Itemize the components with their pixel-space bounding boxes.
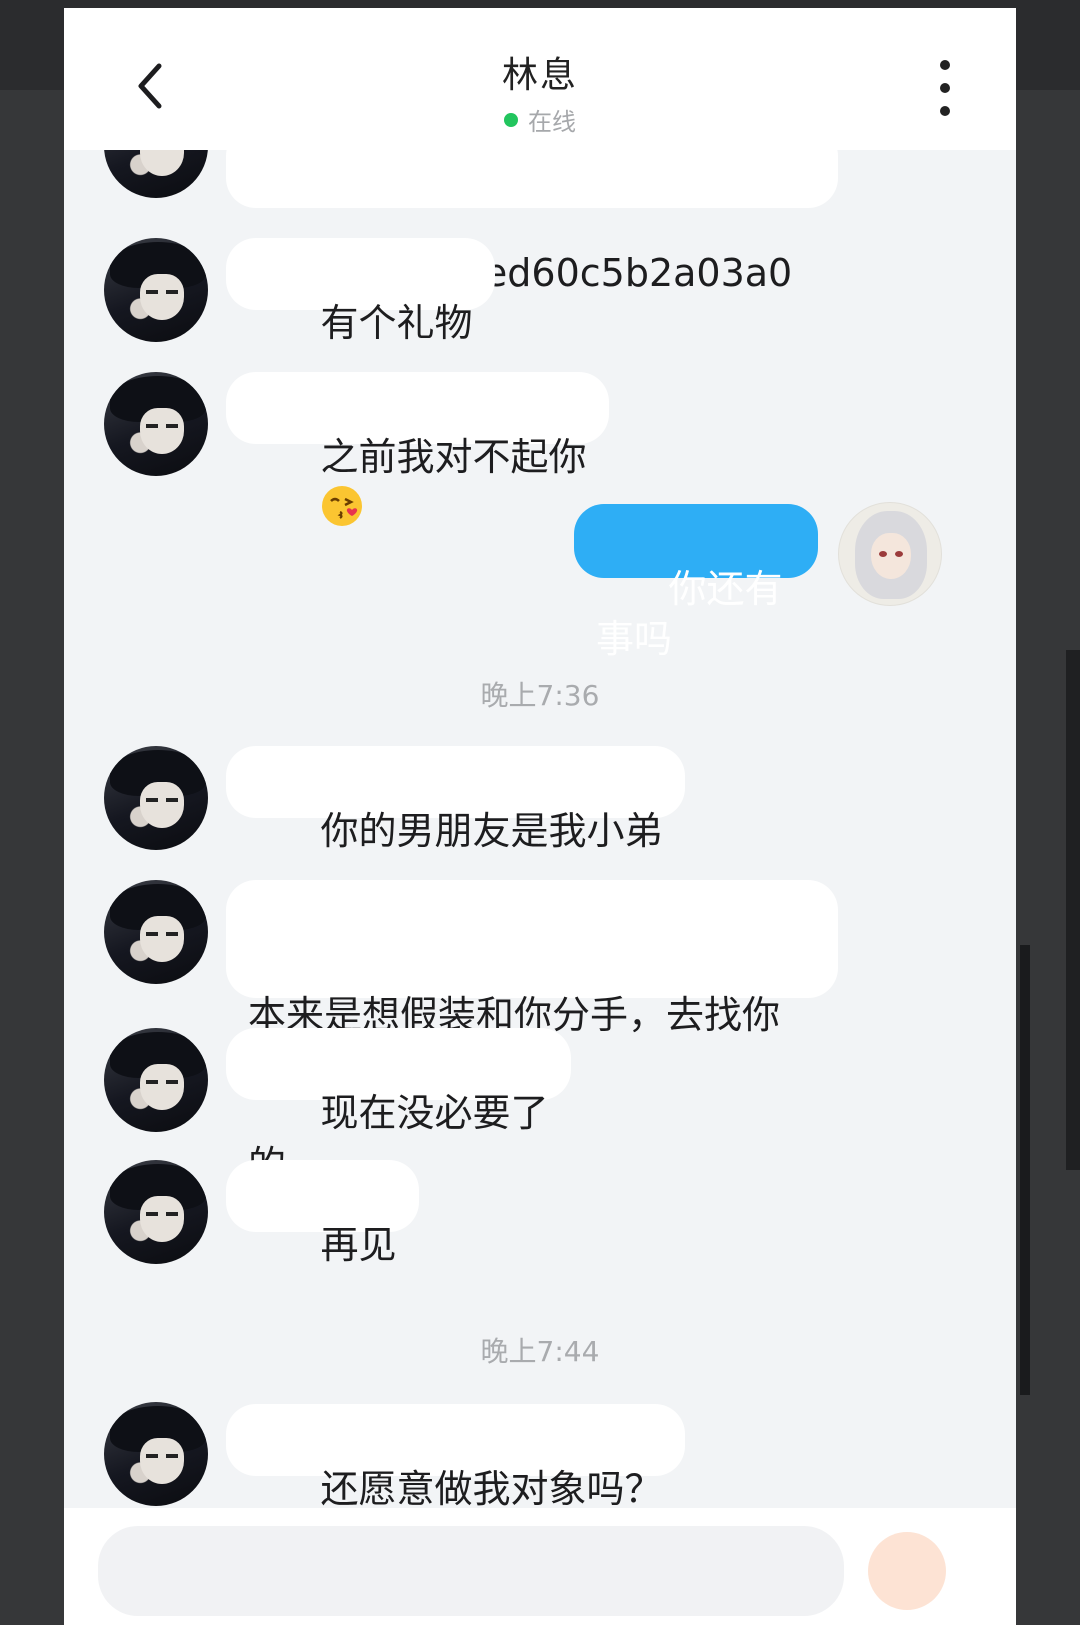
- chat-screen: 763aa5ec40ed60c5b2a03a0 有个礼物 之前我对不起你 你还有…: [64, 8, 1016, 1625]
- more-options-button[interactable]: [930, 60, 960, 116]
- message-bubble[interactable]: 再见: [226, 1160, 419, 1267]
- contact-avatar[interactable]: [104, 1028, 208, 1132]
- message-bubble[interactable]: 你的男朋友是我小弟: [226, 746, 685, 853]
- message-bubble[interactable]: 之前我对不起你: [226, 372, 609, 526]
- message-text: 有个礼物: [320, 301, 473, 345]
- my-avatar[interactable]: [838, 502, 942, 606]
- message-input[interactable]: [98, 1526, 844, 1616]
- input-bar: [64, 1508, 1016, 1625]
- message-text: 再见: [320, 1223, 397, 1267]
- online-dot-icon: [504, 112, 518, 127]
- message-bubble[interactable]: 本来是想假装和你分手，去找你 的: [226, 880, 838, 1187]
- contact-avatar[interactable]: [104, 238, 208, 342]
- message-bubble[interactable]: 还愿意做我对象吗？: [226, 1404, 685, 1511]
- contact-info[interactable]: 林息 在线: [64, 46, 1016, 137]
- status-text: 在线: [528, 108, 576, 136]
- contact-avatar[interactable]: [104, 1402, 208, 1506]
- contact-avatar[interactable]: [104, 880, 208, 984]
- chat-header: 林息 在线: [64, 8, 1016, 150]
- message-text: 之前我对不起你: [320, 435, 587, 479]
- timestamp: 晚上7:36: [480, 679, 600, 712]
- message-bubble[interactable]: 现在没必要了: [226, 1028, 571, 1135]
- contact-name: 林息: [501, 55, 578, 96]
- timestamp: 晚上7:44: [480, 1335, 600, 1368]
- message-text: 还愿意做我对象吗？: [320, 1467, 663, 1511]
- contact-avatar[interactable]: [104, 1160, 208, 1264]
- background-left: [0, 90, 64, 1625]
- message-text: 你还有事吗: [596, 567, 783, 661]
- scrollbar-track: [1066, 650, 1080, 1170]
- contact-avatar[interactable]: [104, 746, 208, 850]
- emoji-button[interactable]: [868, 1532, 946, 1610]
- kissing-face-emoji-icon: [322, 486, 363, 526]
- message-list[interactable]: 763aa5ec40ed60c5b2a03a0 有个礼物 之前我对不起你 你还有…: [64, 8, 1016, 1625]
- my-message-bubble[interactable]: 你还有事吗: [574, 504, 818, 661]
- online-status: 在线: [64, 102, 1016, 137]
- contact-avatar[interactable]: [104, 372, 208, 476]
- message-bubble[interactable]: 有个礼物: [226, 238, 495, 345]
- dot-icon: [940, 60, 950, 70]
- scrollbar-thumb[interactable]: [1020, 945, 1030, 1395]
- dot-icon: [940, 83, 950, 93]
- message-text: 现在没必要了: [320, 1091, 549, 1135]
- message-text: 你的男朋友是我小弟: [320, 809, 663, 853]
- dot-icon: [940, 106, 950, 116]
